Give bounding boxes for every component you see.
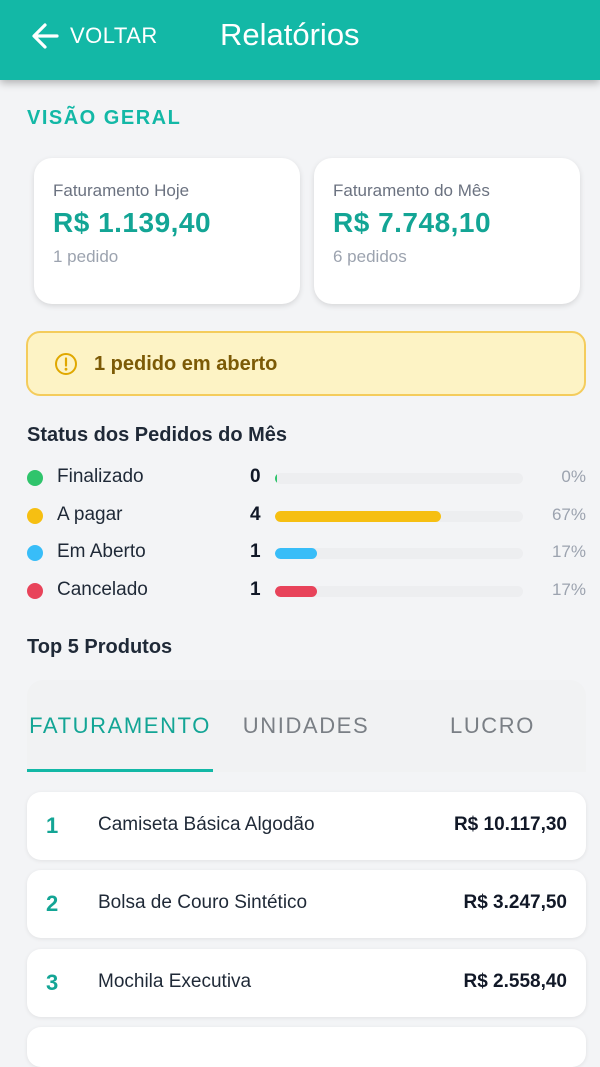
product-ranking-tabs: FATURAMENTO UNIDADES LUCRO <box>27 680 586 772</box>
status-name: Cancelado <box>57 579 148 600</box>
status-count: 1 <box>250 541 261 562</box>
status-row-a-pagar: A pagar 4 67% <box>0 501 600 529</box>
top-products-title: Top 5 Produtos <box>27 636 173 658</box>
status-progress-fill <box>275 548 318 559</box>
product-row[interactable]: 2 Bolsa de Couro Sintético R$ 3.247,50 <box>27 870 586 938</box>
card-subtext: 6 pedidos <box>333 247 407 266</box>
product-name: Camiseta Básica Algodão <box>98 814 315 835</box>
status-name: Em Aberto <box>57 541 146 562</box>
active-tab-indicator <box>27 769 213 772</box>
status-progress-bar <box>275 548 523 559</box>
status-dot <box>27 470 43 486</box>
status-dot <box>27 583 43 599</box>
product-name: Mochila Executiva <box>98 971 252 992</box>
status-percent: 17% <box>551 542 586 561</box>
app-header: VOLTAR Relatórios <box>0 0 600 80</box>
status-progress-bar <box>275 511 523 522</box>
product-rank: 3 <box>46 970 59 995</box>
revenue-today-card: Faturamento Hoje R$ 1.139,40 1 pedido <box>34 158 300 304</box>
page-title: Relatórios <box>220 17 360 52</box>
arrow-left-icon <box>30 21 60 51</box>
product-row-partial[interactable] <box>27 1027 586 1067</box>
status-name: A pagar <box>57 504 123 525</box>
alert-text: 1 pedido em aberto <box>94 353 278 375</box>
overview-section-label: VISÃO GERAL <box>27 107 182 129</box>
card-label: Faturamento Hoje <box>53 181 190 200</box>
status-progress-bar <box>275 473 523 484</box>
product-value: R$ 10.117,30 <box>453 814 567 835</box>
card-label: Faturamento do Mês <box>333 181 490 200</box>
tab-lucro[interactable]: LUCRO <box>399 680 586 772</box>
status-count: 0 <box>250 466 261 487</box>
product-row[interactable]: 1 Camiseta Básica Algodão R$ 10.117,30 <box>27 792 586 860</box>
status-count: 4 <box>250 504 261 525</box>
product-value: R$ 3.247,50 <box>463 892 567 913</box>
status-progress-fill <box>275 511 442 522</box>
tab-label: LUCRO <box>449 713 535 738</box>
status-dot <box>27 508 43 524</box>
product-name: Bolsa de Couro Sintético <box>98 892 308 913</box>
warning-circle-icon <box>54 352 78 381</box>
tab-label: FATURAMENTO <box>29 713 211 738</box>
status-row-em-aberto: Em Aberto 1 17% <box>0 538 600 566</box>
status-row-cancelado: Cancelado 1 17% <box>0 576 600 604</box>
status-percent: 67% <box>551 505 586 524</box>
back-label: VOLTAR <box>70 23 158 48</box>
product-value: R$ 2.558,40 <box>463 971 567 992</box>
tab-unidades[interactable]: UNIDADES <box>213 680 399 772</box>
status-row-finalizado: Finalizado 0 0% <box>0 463 600 491</box>
status-percent: 0% <box>561 467 586 486</box>
status-progress-fill <box>275 586 318 597</box>
status-dot <box>27 545 43 561</box>
status-progress-bar <box>275 586 523 597</box>
status-percent: 17% <box>551 580 586 599</box>
tab-faturamento[interactable]: FATURAMENTO <box>27 680 213 772</box>
tab-label: UNIDADES <box>242 713 370 738</box>
product-row[interactable]: 3 Mochila Executiva R$ 2.558,40 <box>27 949 586 1017</box>
status-count: 1 <box>250 579 261 600</box>
status-name: Finalizado <box>57 466 144 487</box>
card-value: R$ 7.748,10 <box>333 207 492 238</box>
revenue-month-card: Faturamento do Mês R$ 7.748,10 6 pedidos <box>314 158 580 304</box>
product-rank: 2 <box>46 891 59 916</box>
card-value: R$ 1.139,40 <box>53 207 212 238</box>
status-progress-fill <box>275 473 278 484</box>
product-rank: 1 <box>46 813 59 838</box>
back-button[interactable]: VOLTAR <box>30 18 158 54</box>
status-section-title: Status dos Pedidos do Mês <box>27 424 288 446</box>
card-subtext: 1 pedido <box>53 247 119 266</box>
open-orders-alert: 1 pedido em aberto <box>26 331 586 396</box>
